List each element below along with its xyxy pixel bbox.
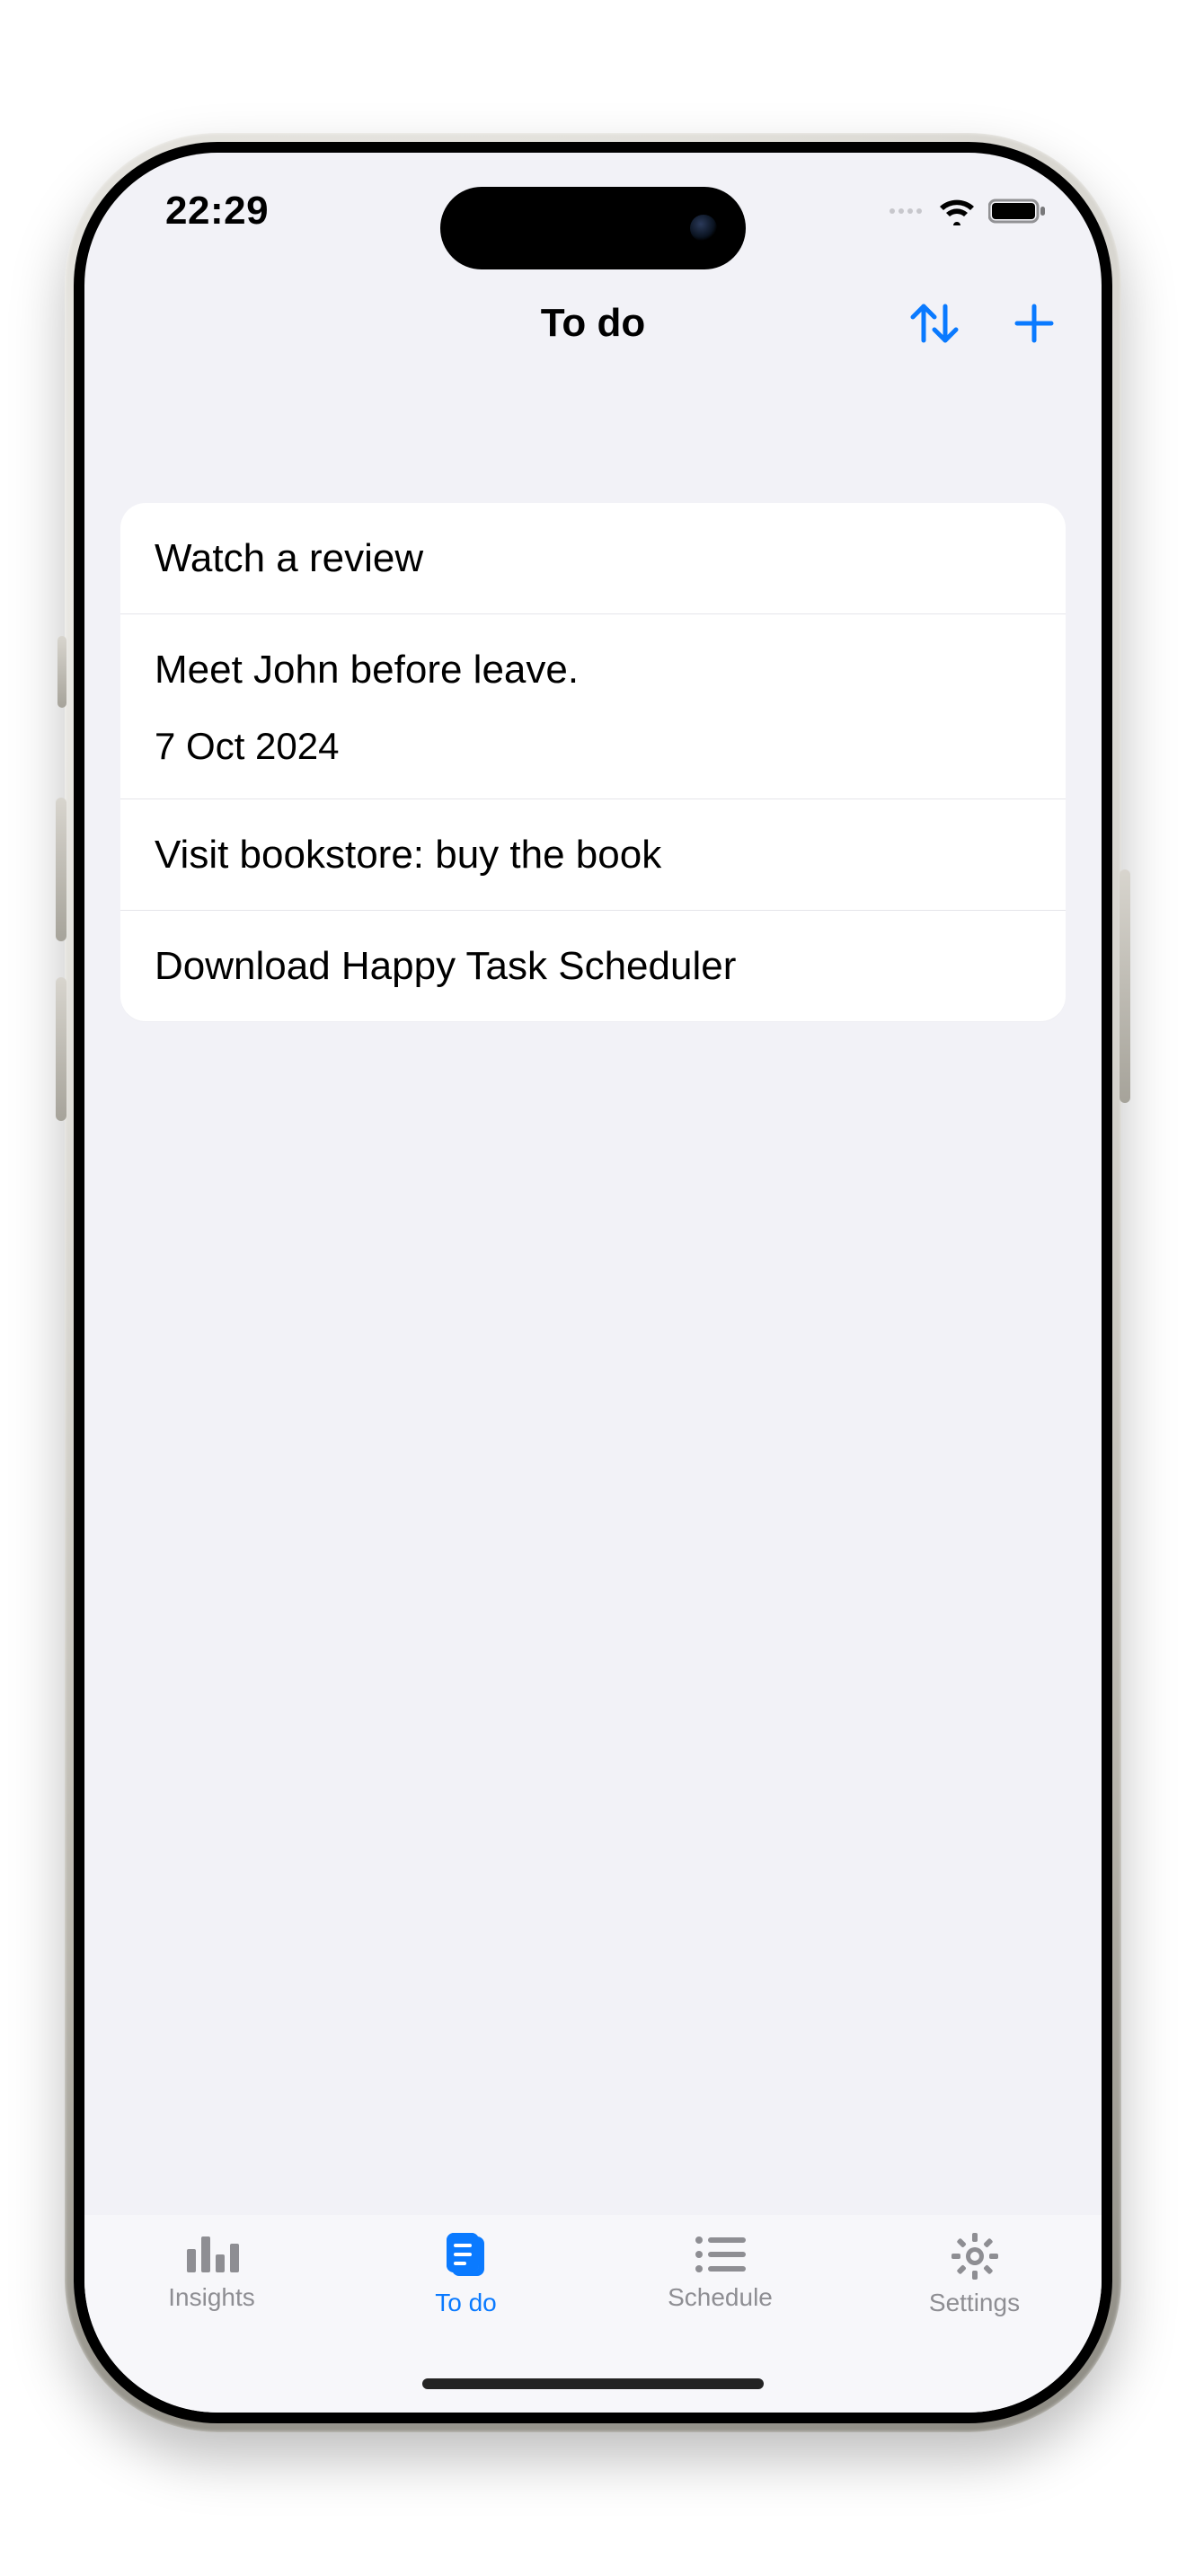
task-row[interactable]: Visit bookstore: buy the book [120,799,1066,911]
tab-label: To do [435,2289,497,2317]
task-list: Watch a review Meet John before leave. 7… [120,503,1066,1021]
cellular-dots-icon [890,208,922,214]
list-icon [692,2231,749,2276]
content-area[interactable]: Watch a review Meet John before leave. 7… [84,377,1102,2215]
mute-switch [58,636,66,708]
nav-bar: To do [84,269,1102,377]
home-indicator[interactable] [422,2378,764,2389]
volume-down-button [56,977,66,1121]
wifi-icon [938,197,976,225]
task-date: 7 Oct 2024 [155,725,1031,768]
chart-bar-icon [183,2231,241,2276]
note-icon [441,2231,491,2281]
tab-insights[interactable]: Insights [84,2231,339,2413]
battery-icon [988,197,1048,225]
tab-settings[interactable]: Settings [847,2231,1102,2413]
page-title: To do [541,301,645,346]
task-title: Download Happy Task Scheduler [155,941,1031,991]
task-title: Meet John before leave. [155,645,1031,694]
task-title: Watch a review [155,534,1031,583]
add-button[interactable] [1012,301,1057,346]
volume-up-button [56,798,66,941]
task-row[interactable]: Download Happy Task Scheduler [120,911,1066,1021]
task-row[interactable]: Watch a review [120,503,1066,614]
gear-icon [950,2231,1000,2281]
sort-button[interactable] [907,299,961,348]
status-bar: 22:29 [84,153,1102,269]
screen: 22:29 [84,153,1102,2413]
tab-label: Settings [929,2289,1020,2317]
tab-label: Schedule [668,2283,773,2312]
task-title: Visit bookstore: buy the book [155,830,1031,879]
power-button [1120,869,1130,1103]
task-row[interactable]: Meet John before leave. 7 Oct 2024 [120,614,1066,799]
tab-label: Insights [168,2283,255,2312]
status-time: 22:29 [165,189,269,234]
phone-frame: 22:29 [65,133,1121,2432]
